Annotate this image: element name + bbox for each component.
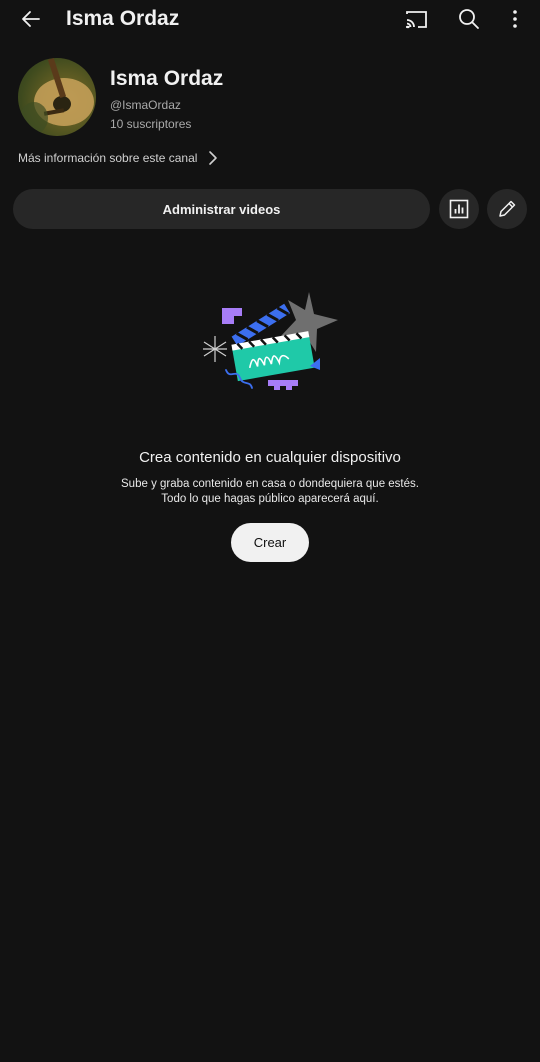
subscriber-count: 10 suscriptores [110, 117, 192, 131]
guitar-photo-image [20, 58, 94, 134]
manage-videos-button[interactable]: Administrar videos [13, 189, 430, 229]
analytics-button[interactable] [439, 189, 479, 229]
back-button[interactable] [14, 4, 48, 34]
more-vert-icon [513, 10, 517, 28]
edit-channel-button[interactable] [487, 189, 527, 229]
page-title: Isma Ordaz [66, 7, 180, 30]
more-info-label: Más información sobre este canal [18, 151, 198, 165]
clapperboard-illustration [203, 292, 338, 390]
top-app-bar: Isma Ordaz [0, 0, 540, 40]
edit-pencil-icon [499, 200, 516, 217]
empty-state-description-line1: Sube y graba contenido en casa o dondequ… [121, 478, 419, 490]
empty-state-title: Crea contenido en cualquier dispositivo [139, 449, 401, 466]
cast-icon [405, 11, 427, 29]
channel-name: Isma Ordaz [110, 67, 224, 90]
channel-handle: @IsmaOrdaz [110, 98, 181, 112]
analytics-icon [449, 199, 469, 219]
cast-button[interactable] [400, 4, 432, 34]
channel-page: Isma Ordaz Isma Ordaz @IsmaOrdaz 10 susc… [0, 0, 540, 1062]
search-icon [459, 9, 479, 29]
more-info-link[interactable]: Más información sobre este canal [18, 150, 219, 166]
create-button[interactable]: Crear [231, 523, 309, 562]
more-options-button[interactable] [499, 4, 531, 34]
chevron-right-icon [209, 151, 218, 165]
avatar[interactable] [18, 58, 96, 136]
search-button[interactable] [453, 4, 485, 34]
empty-state-description-line2: Todo lo que hagas público aparecerá aquí… [161, 493, 379, 505]
back-arrow-icon [22, 11, 40, 27]
